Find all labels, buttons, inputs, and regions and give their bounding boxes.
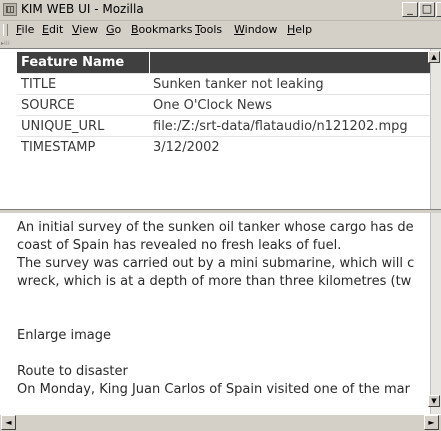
article-line: An initial survey of the sunken oil tank… [17,220,414,235]
article-text: An initial survey of the sunken oil tank… [17,219,437,399]
scroll-left-arrow-icon[interactable]: ◄ [1,415,16,430]
article-subheading: Route to disaster [17,364,128,379]
column-header-feature-name: Feature Name [17,52,150,74]
feature-table: Feature Name TITLE Sunken tanker not lea… [17,52,431,157]
feature-frame: Feature Name TITLE Sunken tanker not lea… [0,49,441,227]
feature-name-cell: SOURCE [17,94,149,116]
browser-content: Feature Name TITLE Sunken tanker not lea… [0,48,441,431]
toolbar-grip[interactable] [3,24,8,36]
toolbar-chevron-icon[interactable]: ▸⁞⁞⁞ [1,40,11,48]
table-row: TIMESTAMP 3/12/2002 [17,136,431,157]
feature-name-cell: UNIQUE_URL [17,115,149,137]
article-line [17,291,437,309]
article-line: On Monday, King Juan Carlos of Spain vis… [17,382,410,397]
menu-edit[interactable]: Edit [42,23,63,36]
feature-value-cell: file:/Z:/srt-data/flataudio/n121202.mpg [149,115,431,137]
scroll-right-arrow-icon[interactable]: ► [424,415,439,430]
feature-table-wrapper: Feature Name TITLE Sunken tanker not lea… [17,52,431,157]
menu-help[interactable]: Help [287,23,312,36]
article-line: The survey was carried out by a mini sub… [17,256,415,271]
menu-view[interactable]: View [72,23,98,36]
feature-name-cell: TIMESTAMP [17,136,149,157]
close-button[interactable]: × [436,2,441,17]
article-line: coast of Spain has revealed no fresh lea… [17,238,342,253]
feature-name-cell: TITLE [17,73,149,95]
scroll-down-arrow-icon[interactable]: ▼ [428,395,440,407]
scroll-up-arrow-icon[interactable]: ▲ [428,51,440,63]
window-title: KIM WEB UI - Mozilla [21,2,144,16]
horizontal-scrollbar[interactable]: ◄ ► [0,414,441,431]
enlarge-image-link[interactable]: Enlarge image [17,327,437,345]
table-row: TITLE Sunken tanker not leaking [17,73,431,95]
minimize-button[interactable]: _ [402,2,418,17]
feature-value-cell: One O'Clock News [149,94,431,116]
maximize-button[interactable]: □ [419,2,435,17]
menubar: File Edit View Go Bookmarks Tools Window… [0,21,441,39]
menu-tools[interactable]: Tools [195,23,222,36]
article-frame: An initial survey of the sunken oil tank… [0,213,441,431]
feature-value-cell: 3/12/2002 [149,136,431,157]
column-header-value [149,52,431,74]
article-line: wreck, which is at a depth of more than … [17,274,412,289]
feature-value-cell: Sunken tanker not leaking [149,73,431,95]
article-line [17,345,437,363]
menu-go[interactable]: Go [106,23,121,36]
window-titlebar[interactable]: KIM WEB UI - Mozilla _ □ × [0,0,441,21]
feature-frame-scrollbar[interactable]: ▲ [428,49,441,209]
app-icon [3,3,17,16]
menu-window[interactable]: Window [234,23,277,36]
article-vertical-scrollbar[interactable]: ▼ [428,213,441,414]
table-row: SOURCE One O'Clock News [17,94,431,116]
table-row: UNIQUE_URL file:/Z:/srt-data/flataudio/n… [17,115,431,137]
menu-bookmarks[interactable]: Bookmarks [131,23,192,36]
table-header-row: Feature Name [17,52,431,74]
menu-file[interactable]: File [16,23,34,36]
article-line [17,309,437,327]
